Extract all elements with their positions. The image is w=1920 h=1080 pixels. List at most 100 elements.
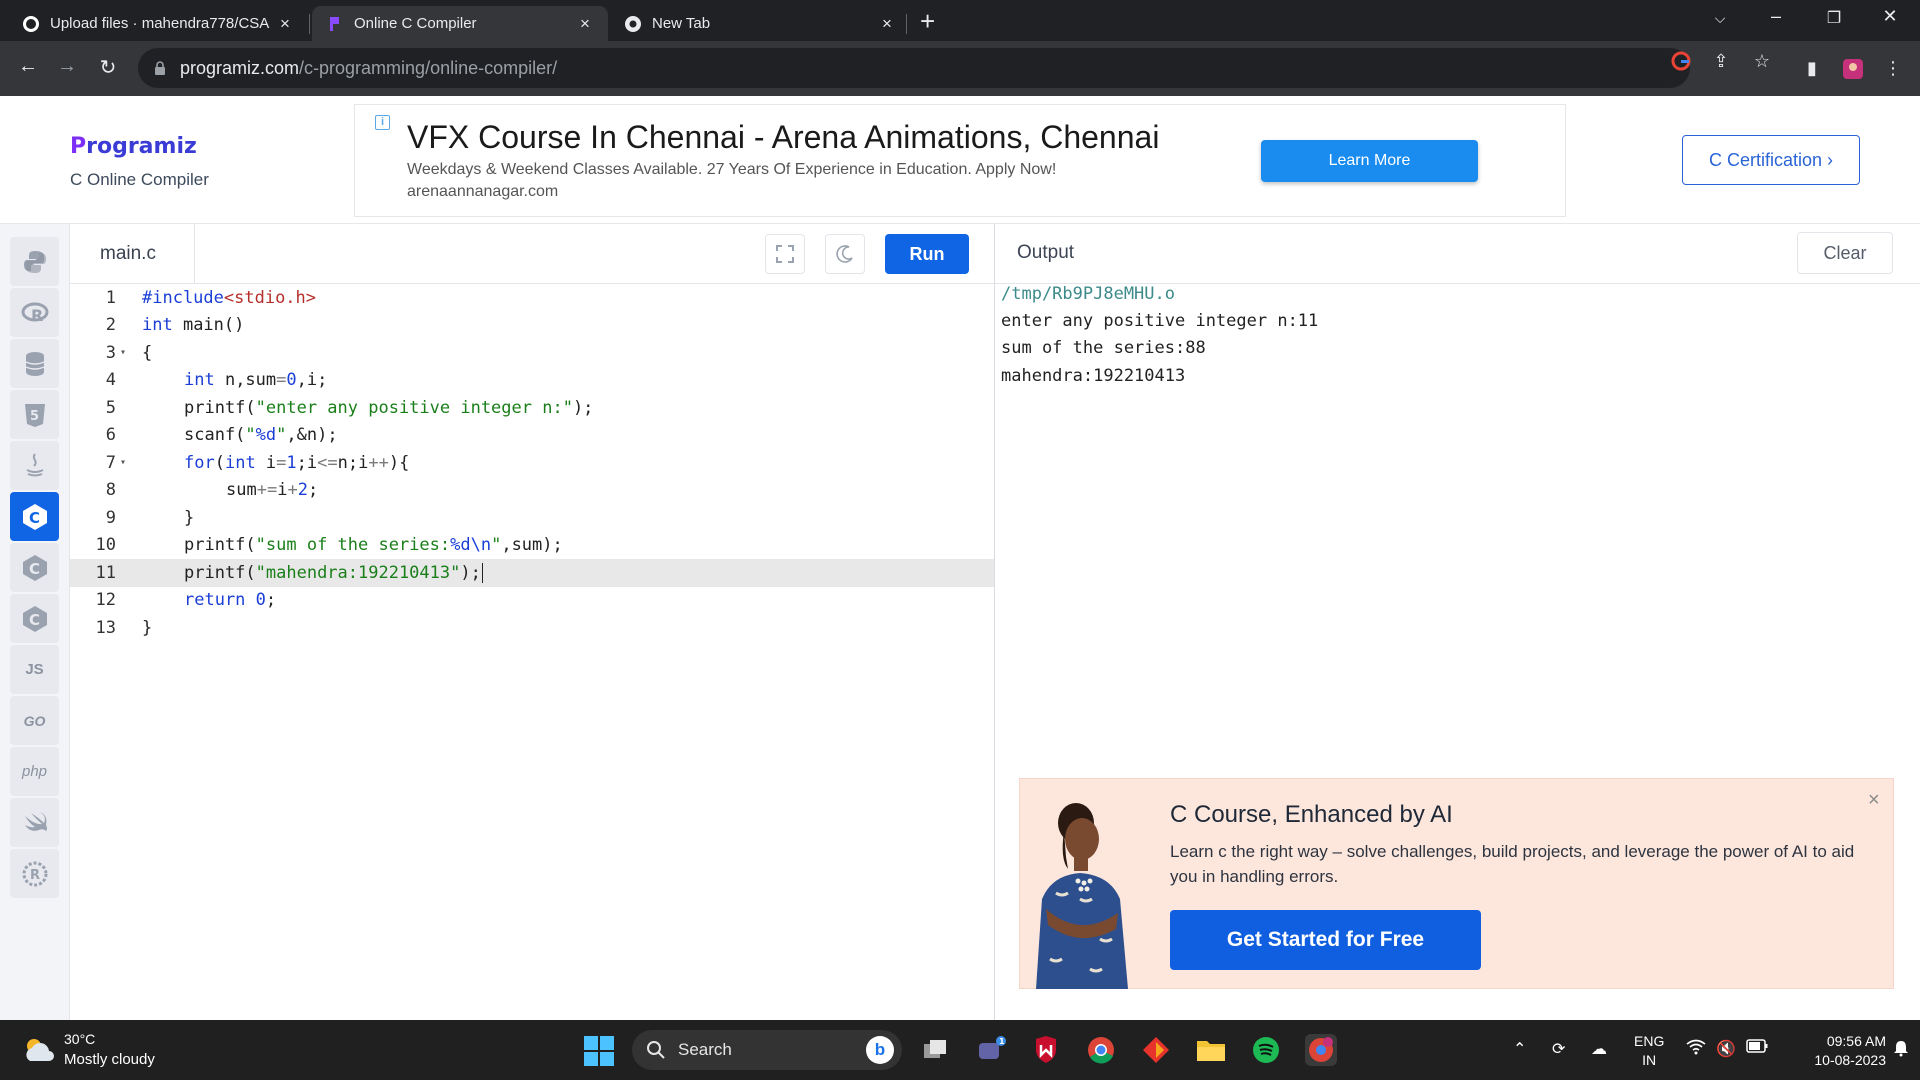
code-text: scanf("%d",&n); xyxy=(130,425,338,445)
fullscreen-icon[interactable] xyxy=(765,234,805,274)
programiz-logo[interactable]: Programiz xyxy=(70,134,197,159)
teams-chat-icon[interactable]: 1 xyxy=(975,1034,1007,1066)
close-tab-icon[interactable]: × xyxy=(276,14,294,34)
line-number: 2 xyxy=(105,315,116,336)
chrome-icon xyxy=(624,15,642,33)
close-tab-icon[interactable]: × xyxy=(576,14,594,34)
forward-icon[interactable]: → xyxy=(53,55,81,78)
token-operator: = xyxy=(276,452,287,473)
token-text: ;i xyxy=(296,452,318,473)
rust-icon[interactable]: R xyxy=(10,849,59,898)
profile-avatar-icon[interactable] xyxy=(1840,58,1866,85)
tab-search-icon[interactable]: ⌵ xyxy=(1700,10,1740,27)
app-diamond-icon[interactable] xyxy=(1140,1034,1172,1066)
cloud-weather-icon[interactable] xyxy=(22,1035,56,1065)
bing-icon[interactable]: b xyxy=(866,1036,894,1064)
new-tab-button[interactable]: + xyxy=(920,8,935,34)
line-number: 13 xyxy=(95,617,116,638)
promo-card: C Course, Enhanced by AI Learn c the rig… xyxy=(1019,778,1894,989)
token-text: main() xyxy=(172,315,245,336)
chrome-taskbar-icon[interactable] xyxy=(1085,1034,1117,1066)
close-tab-icon[interactable]: × xyxy=(878,14,896,34)
svg-text:1: 1 xyxy=(999,1037,1005,1046)
notification-icon[interactable] xyxy=(1892,1039,1910,1062)
csharp-icon[interactable]: C xyxy=(10,594,59,643)
html-icon[interactable]: 5 xyxy=(10,390,59,439)
java-icon[interactable] xyxy=(10,441,59,490)
onedrive-icon[interactable]: ☁ xyxy=(1591,1039,1607,1059)
file-tab-main-c[interactable]: main.c xyxy=(70,224,195,284)
token-number: 0 xyxy=(245,590,266,611)
close-icon[interactable]: × xyxy=(1868,789,1880,812)
code-line: 10 printf("sum of the series:%d\n",sum); xyxy=(70,532,994,560)
google-icon[interactable] xyxy=(1670,51,1692,73)
ad-title[interactable]: VFX Course In Chennai - Arena Animations… xyxy=(407,119,1159,156)
php-icon[interactable]: php xyxy=(10,747,59,796)
ad-url[interactable]: arenaannanagar.com xyxy=(407,183,558,201)
dark-mode-icon[interactable] xyxy=(825,234,865,274)
wifi-icon[interactable] xyxy=(1686,1039,1706,1060)
windows-start-icon[interactable] xyxy=(584,1036,614,1066)
tab-new-tab[interactable]: New Tab × xyxy=(610,6,910,41)
tab-online-c-compiler[interactable]: Online C Compiler × xyxy=(312,6,608,41)
output-line: /tmp/Rb9PJ8eMHU.o xyxy=(1001,284,1175,304)
code-text: int n,sum=0,i; xyxy=(130,370,327,390)
clear-button[interactable]: Clear xyxy=(1797,232,1893,274)
reload-icon[interactable]: ↻ xyxy=(94,55,122,80)
close-window-icon[interactable]: ✕ xyxy=(1870,6,1910,27)
token-text: printf( xyxy=(184,397,256,418)
fold-marker[interactable]: ▾ xyxy=(116,457,130,468)
svg-text:C: C xyxy=(29,611,40,629)
token-include: <stdio.h> xyxy=(223,287,317,308)
c-certification-button[interactable]: C Certification › xyxy=(1682,135,1860,185)
language-indicator[interactable]: ENG IN xyxy=(1634,1032,1664,1070)
ad-banner[interactable]: i VFX Course In Chennai - Arena Animatio… xyxy=(354,104,1566,217)
battery-icon[interactable] xyxy=(1746,1039,1768,1058)
bookmark-star-icon[interactable]: ☆ xyxy=(1751,51,1773,73)
token-string: "mahendra:192210413" xyxy=(255,562,461,583)
line-number: 11 xyxy=(95,562,116,583)
windows-taskbar: 30°C Mostly cloudy Search b 1 ⌃ ⟳ ☁ ENG I… xyxy=(0,1020,1920,1080)
spotify-icon[interactable] xyxy=(1250,1034,1282,1066)
side-panel-icon[interactable]: ▮ xyxy=(1799,58,1825,79)
token-preprocessor: #include xyxy=(142,287,224,308)
code-line: 4 int n,sum=0,i; xyxy=(70,367,994,395)
menu-kebab-icon[interactable]: ⋮ xyxy=(1880,58,1906,79)
taskbar-search-field[interactable]: Search b xyxy=(632,1030,902,1070)
restore-icon[interactable]: ❐ xyxy=(1814,8,1854,28)
token-text: n,sum xyxy=(214,370,277,391)
show-hidden-icons[interactable]: ⌃ xyxy=(1513,1039,1526,1059)
tab-upload-files[interactable]: Upload files · mahendra778/CSA × xyxy=(8,6,308,41)
chrome-profile-taskbar-icon[interactable] xyxy=(1305,1034,1337,1066)
c-icon[interactable]: C xyxy=(10,492,59,541)
system-clock[interactable]: 09:56 AM 10-08-2023 xyxy=(1786,1032,1886,1070)
token-text: ; xyxy=(307,480,319,501)
learn-more-button[interactable]: Learn More xyxy=(1261,140,1478,182)
minimize-icon[interactable]: – xyxy=(1756,6,1796,27)
r-icon[interactable]: R xyxy=(10,288,59,337)
url-field[interactable]: programiz.com/c-programming/online-compi… xyxy=(138,48,1690,88)
file-explorer-icon[interactable] xyxy=(1195,1034,1227,1066)
ad-info-icon[interactable]: i xyxy=(375,115,390,130)
token-text: ,&n); xyxy=(286,425,338,446)
python-icon[interactable] xyxy=(10,237,59,286)
token-text: scanf( xyxy=(184,425,246,446)
mcafee-icon[interactable] xyxy=(1030,1034,1062,1066)
volume-muted-icon[interactable]: 🔇 xyxy=(1716,1039,1736,1059)
output-toolbar: Output Clear xyxy=(995,224,1920,284)
back-icon[interactable]: ← xyxy=(14,55,42,78)
javascript-icon[interactable]: JS xyxy=(10,645,59,694)
sync-icon[interactable]: ⟳ xyxy=(1552,1039,1565,1059)
token-operator: += xyxy=(256,480,278,501)
lock-icon[interactable] xyxy=(152,60,168,76)
swift-icon[interactable] xyxy=(10,798,59,847)
fold-marker[interactable]: ▾ xyxy=(116,347,130,358)
share-icon[interactable]: ⇪ xyxy=(1710,51,1732,73)
cpp-icon[interactable]: C xyxy=(10,543,59,592)
code-editor[interactable]: 1 #include<stdio.h> 2 int main() 3 ▾ { 4 … xyxy=(70,284,994,1020)
go-icon[interactable]: GO xyxy=(10,696,59,745)
run-button[interactable]: Run xyxy=(885,234,969,274)
sql-icon[interactable] xyxy=(10,339,59,388)
get-started-button[interactable]: Get Started for Free xyxy=(1170,910,1481,970)
task-view-icon[interactable] xyxy=(920,1034,952,1066)
